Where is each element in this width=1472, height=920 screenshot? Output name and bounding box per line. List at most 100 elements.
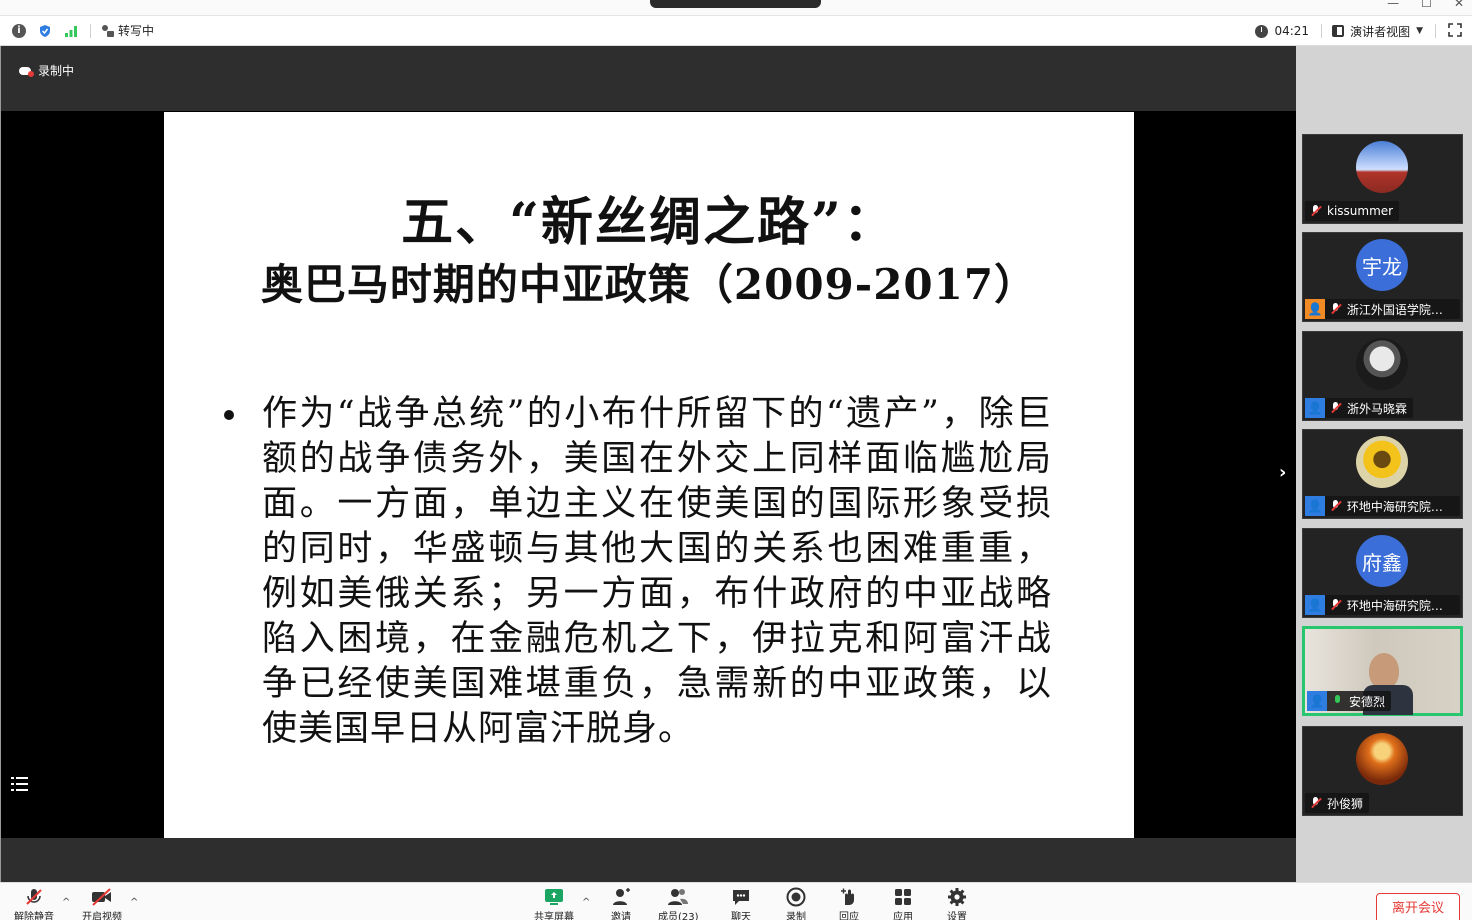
reaction-hand-icon <box>838 887 860 907</box>
muted-mic-icon <box>1309 204 1323 218</box>
reactions-button[interactable]: 回应 <box>838 887 860 920</box>
muted-mic-icon <box>23 887 45 907</box>
apps-button[interactable]: 应用 <box>892 887 914 920</box>
participant-name: 浙江外国语学院—... <box>1346 302 1454 317</box>
maximize-button[interactable]: ☐ <box>1421 0 1432 10</box>
participant-tile[interactable]: 宇龙 👤 浙江外国语学院—... <box>1302 232 1463 322</box>
video-off-icon <box>91 887 113 907</box>
mic-icon <box>1331 694 1345 708</box>
slide-title: 五、“新丝绸之路”： <box>401 192 897 253</box>
members-button[interactable]: 成员(23) <box>658 887 699 920</box>
muted-mic-icon <box>1329 401 1343 415</box>
invite-icon <box>610 887 632 907</box>
video-feed <box>1369 653 1399 689</box>
meeting-info-bar: i 转写中 04:21 演讲者视图 ▼ <box>0 16 1472 46</box>
apps-grid-icon <box>892 887 914 907</box>
chat-icon <box>730 887 752 907</box>
avatar: 宇龙 <box>1356 239 1408 291</box>
avatar <box>1356 436 1408 488</box>
list-icon[interactable] <box>11 776 29 792</box>
security-shield-icon[interactable] <box>38 24 52 38</box>
clock-icon <box>1255 24 1269 38</box>
start-video-button[interactable]: 开启视频 <box>82 887 122 920</box>
recording-indicator[interactable]: 录制中 <box>19 62 74 79</box>
signal-strength-icon[interactable] <box>64 24 78 38</box>
participant-name-bar: kissummer <box>1305 201 1400 221</box>
meeting-window: — ☐ ✕ i 转写中 04:21 演讲者视图 ▼ 录制中 五、“新丝绸之路”：… <box>0 0 1472 920</box>
gear-icon <box>946 887 968 907</box>
avatar <box>1356 141 1408 193</box>
participant-name: 环地中海研究院梁... <box>1346 499 1454 514</box>
members-icon <box>667 887 689 907</box>
settings-button[interactable]: 设置 <box>946 887 968 920</box>
share-screen-button[interactable]: 共享屏幕 <box>534 887 574 920</box>
divider <box>1321 24 1323 38</box>
slide-bullet-text: 作为“战争总统”的小布什所留下的“遗产”，除巨额的战争债务外，美国在外交上同样面… <box>262 394 1052 749</box>
meeting-toolbar: 解除静音 ^ 开启视频 ^ 共享屏幕 ^ 邀请 成员(23) 聊天 录制 回应 … <box>0 882 1472 920</box>
participant-tile[interactable]: 👤 浙外马晓霖 <box>1302 331 1463 421</box>
avatar <box>1356 338 1408 390</box>
meeting-timer: 04:21 <box>1274 24 1310 38</box>
share-screen-icon <box>543 887 565 907</box>
divider <box>1435 24 1436 38</box>
meeting-info-icon[interactable]: i <box>12 23 26 38</box>
transcription-status[interactable]: 转写中 <box>101 22 154 39</box>
speaker-view-icon[interactable] <box>1332 25 1345 37</box>
muted-mic-icon <box>1329 598 1343 612</box>
participant-name-bar: 👤 环地中海研究院梁... <box>1305 496 1460 516</box>
participant-name-bar: 孙俊狮 <box>1305 793 1370 813</box>
cloud-record-icon <box>19 65 34 77</box>
participant-name: 浙外马晓霖 <box>1347 401 1408 416</box>
muted-mic-icon <box>1329 499 1343 513</box>
participant-tile[interactable]: 👤 环地中海研究院梁... <box>1302 429 1463 519</box>
bullet-icon <box>224 410 234 420</box>
participant-name-bar: 👤 安德烈 <box>1307 691 1392 711</box>
view-mode-selector[interactable]: 演讲者视图 <box>1350 23 1410 40</box>
transcription-label: 转写中 <box>118 24 155 38</box>
user-icon: 👤 <box>1305 595 1325 615</box>
participant-name: 环地中海研究院杨... <box>1346 598 1454 613</box>
window-title-bar: — ☐ ✕ <box>0 0 1472 16</box>
invite-button[interactable]: 邀请 <box>610 887 632 920</box>
divider <box>90 23 91 38</box>
chevron-down-icon[interactable]: ▼ <box>1416 26 1423 36</box>
chat-button[interactable]: 聊天 <box>730 887 752 920</box>
window-controls: — ☐ ✕ <box>1387 0 1464 10</box>
participant-tile[interactable]: 孙俊狮 <box>1302 726 1463 816</box>
chevron-up-icon[interactable]: ^ <box>582 897 590 908</box>
participant-name: 安德烈 <box>1349 694 1386 709</box>
record-icon <box>785 887 807 907</box>
avatar <box>1356 733 1408 785</box>
close-button[interactable]: ✕ <box>1454 0 1464 10</box>
transcription-icon <box>101 24 115 38</box>
slide-subtitle: 奥巴马时期的中亚政策（2009-2017） <box>260 260 1038 309</box>
participant-name-bar: 👤 浙外马晓霖 <box>1305 398 1414 418</box>
participant-name: 孙俊狮 <box>1327 796 1364 811</box>
main-stage: 录制中 五、“新丝绸之路”： 奥巴马时期的中亚政策（2009-2017） 作为“… <box>0 46 1302 882</box>
presentation-slide: 五、“新丝绸之路”： 奥巴马时期的中亚政策（2009-2017） 作为“战争总统… <box>164 112 1134 838</box>
participant-video-tile-active[interactable]: 👤 安德烈 <box>1302 626 1463 716</box>
chevron-up-icon[interactable]: ^ <box>130 897 138 908</box>
user-icon: 👤 <box>1305 299 1325 319</box>
record-button[interactable]: 录制 <box>785 887 807 920</box>
unmute-button[interactable]: 解除静音 <box>14 887 54 920</box>
chevron-up-icon[interactable]: ^ <box>62 897 70 908</box>
minimize-button[interactable]: — <box>1387 0 1399 10</box>
user-icon: 👤 <box>1305 398 1325 418</box>
muted-mic-icon <box>1309 796 1323 810</box>
user-icon: 👤 <box>1307 691 1327 711</box>
participants-panel: kissummer 宇龙 👤 浙江外国语学院—... 👤 浙外马晓霖 👤 环地中… <box>1296 46 1472 882</box>
chevron-right-icon[interactable]: › <box>1279 462 1286 483</box>
fullscreen-icon[interactable] <box>1448 22 1462 40</box>
user-icon: 👤 <box>1305 496 1325 516</box>
participant-tile[interactable]: kissummer <box>1302 134 1463 224</box>
info-bar-right: 04:21 演讲者视图 ▼ <box>1255 16 1462 46</box>
avatar: 府鑫 <box>1356 535 1408 587</box>
participant-name-bar: 👤 浙江外国语学院—... <box>1305 299 1460 319</box>
participant-tile[interactable]: 府鑫 👤 环地中海研究院杨... <box>1302 528 1463 618</box>
leave-meeting-button[interactable]: 离开会议 <box>1376 893 1460 920</box>
participant-name: kissummer <box>1327 204 1394 218</box>
participant-name-bar: 👤 环地中海研究院杨... <box>1305 595 1460 615</box>
screen-share-indicator[interactable] <box>650 0 821 8</box>
muted-mic-icon <box>1329 302 1343 316</box>
